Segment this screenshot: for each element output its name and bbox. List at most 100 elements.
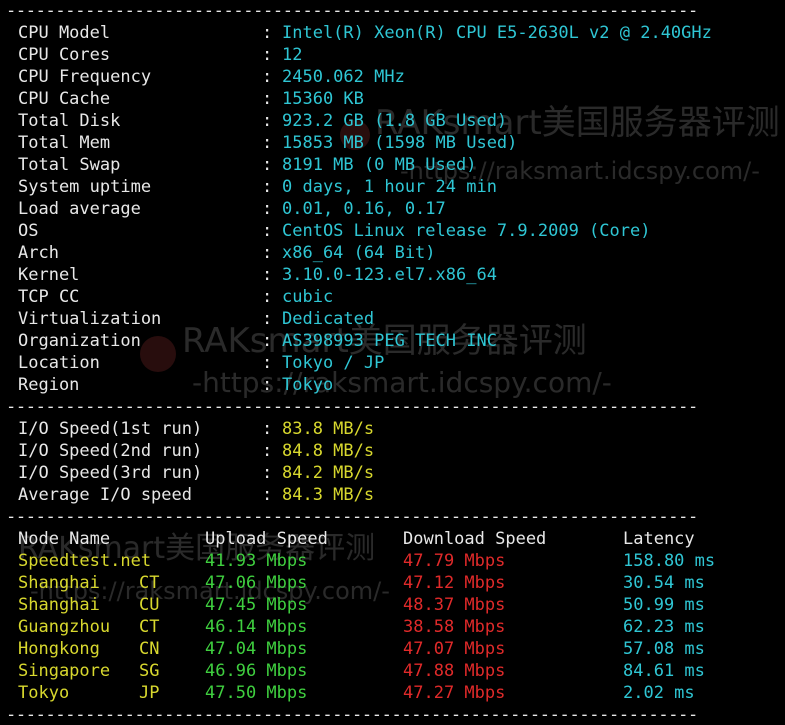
info-label: TCP CC <box>18 287 80 307</box>
info-row: Kernel:3.10.0-123.el7.x86_64 <box>18 264 778 286</box>
io-value: 84.2 MB/s <box>282 463 375 483</box>
info-colon: : <box>262 309 273 329</box>
info-row: Virtualization: Dedicated <box>18 308 778 330</box>
download-speed: 47.07 Mbps <box>403 639 506 659</box>
info-row: Total Mem:15853 MB (1598 MB Used) <box>18 132 778 154</box>
info-label: Organization <box>18 331 141 351</box>
info-colon: : <box>262 199 273 219</box>
node-isp: SG <box>139 661 160 681</box>
info-row: Total Swap:8191 MB (0 MB Used) <box>18 154 778 176</box>
latency: 30.54 ms <box>623 573 705 593</box>
header-latency: Latency <box>623 529 695 549</box>
info-colon: : <box>262 177 273 197</box>
io-value: 83.8 MB/s <box>282 419 375 439</box>
info-value: AS398993 PEG TECH INC <box>282 331 497 351</box>
io-value: 84.3 MB/s <box>282 485 375 505</box>
header-download-speed: Download Speed <box>403 529 547 549</box>
info-row: OS: CentOS Linux release 7.9.2009 (Core) <box>18 220 778 242</box>
download-speed: 48.37 Mbps <box>403 595 506 615</box>
info-colon: : <box>262 155 273 175</box>
info-value: 12 <box>282 45 303 65</box>
latency: 62.23 ms <box>623 617 705 637</box>
info-label: CPU Cores <box>18 45 111 65</box>
io-colon: : <box>262 463 273 483</box>
info-value: Tokyo / JP <box>282 353 385 373</box>
info-row: CPU Cores:12 <box>18 44 778 66</box>
info-colon: : <box>262 353 273 373</box>
info-label: Kernel <box>18 265 80 285</box>
header-node-name: Node Name <box>18 529 111 549</box>
info-label: System uptime <box>18 177 152 197</box>
header-upload-speed: Upload Speed <box>205 529 328 549</box>
latency: 2.02 ms <box>623 683 695 703</box>
info-row: Region: Tokyo <box>18 374 778 396</box>
info-row: CPU Frequency:2450.062 MHz <box>18 66 778 88</box>
node-name: Singapore <box>18 661 111 681</box>
upload-speed: 41.93 Mbps <box>205 551 308 571</box>
info-label: Location <box>18 353 100 373</box>
info-value: 0 days, 1 hour 24 min <box>282 177 497 197</box>
info-row: Location: Tokyo / JP <box>18 352 778 374</box>
info-value: 15360 KB <box>282 89 364 109</box>
node-isp: CT <box>139 573 160 593</box>
info-colon: : <box>262 111 273 131</box>
io-label: Average I/O speed <box>18 485 192 505</box>
info-colon: : <box>262 45 273 65</box>
info-colon: : <box>262 287 273 307</box>
node-name: Shanghai <box>18 573 100 593</box>
info-row: Organization: AS398993 PEG TECH INC <box>18 330 778 352</box>
info-label: CPU Frequency <box>18 67 152 87</box>
info-colon: : <box>262 265 273 285</box>
table-row: Shanghai CT 47.06 Mbps 47.12 Mbps 30.54 ms <box>18 572 778 594</box>
info-value: Intel(R) Xeon(R) CPU E5-2630L v2 @ 2.40G… <box>282 23 712 43</box>
info-colon: : <box>262 89 273 109</box>
io-colon: : <box>262 441 273 461</box>
info-value: 2450.062 MHz <box>282 67 405 87</box>
download-speed: 47.88 Mbps <box>403 661 506 681</box>
table-row: Singapore SG 46.96 Mbps 47.88 Mbps 84.61 ms <box>18 660 778 682</box>
node-isp: CN <box>139 639 160 659</box>
terminal-window[interactable]: RAKsmart美国服务器评测 -https://raksmart.idcspy… <box>0 0 785 725</box>
info-label: Arch <box>18 243 59 263</box>
node-name: Tokyo <box>18 683 70 703</box>
info-label: CPU Model <box>18 23 111 43</box>
separator-line: ----------------------------------------… <box>6 507 698 527</box>
table-row: Guangzhou CT 46.14 Mbps 38.58 Mbps 62.23 ms <box>18 616 778 638</box>
info-value: 8191 MB (0 MB Used) <box>282 155 477 175</box>
info-row: TCP CC: cubic <box>18 286 778 308</box>
info-row: System uptime:0 days, 1 hour 24 min <box>18 176 778 198</box>
info-colon: : <box>262 67 273 87</box>
node-name: Speedtest.net <box>18 551 152 571</box>
latency: 50.99 ms <box>623 595 705 615</box>
io-row: I/O Speed(2nd run):84.8 MB/s <box>18 440 778 462</box>
info-label: Total Mem <box>18 133 111 153</box>
info-label: Region <box>18 375 80 395</box>
node-isp: CT <box>139 617 160 637</box>
latency: 57.08 ms <box>623 639 705 659</box>
info-label: Load average <box>18 199 141 219</box>
node-isp: JP <box>139 683 160 703</box>
info-colon: : <box>262 331 273 351</box>
info-label: Total Swap <box>18 155 121 175</box>
download-speed: 47.79 Mbps <box>403 551 506 571</box>
io-label: I/O Speed(2nd run) <box>18 441 203 461</box>
latency: 158.80 ms <box>623 551 716 571</box>
latency: 84.61 ms <box>623 661 705 681</box>
table-row: Speedtest.net 41.93 Mbps 47.79 Mbps 158.80 … <box>18 550 778 572</box>
upload-speed: 47.45 Mbps <box>205 595 308 615</box>
info-row: Arch: x86_64 (64 Bit) <box>18 242 778 264</box>
info-label: Total Disk <box>18 111 121 131</box>
node-name: Guangzhou <box>18 617 111 637</box>
download-speed: 47.12 Mbps <box>403 573 506 593</box>
separator-line: ----------------------------------------… <box>6 1 698 21</box>
info-colon: : <box>262 375 273 395</box>
info-label: Virtualization <box>18 309 162 329</box>
info-label: CPU Cache <box>18 89 111 109</box>
upload-speed: 47.04 Mbps <box>205 639 308 659</box>
node-isp: CU <box>139 595 160 615</box>
table-row: Hongkong CN 47.04 Mbps 47.07 Mbps 57.08 ms <box>18 638 778 660</box>
download-speed: 47.27 Mbps <box>403 683 506 703</box>
upload-speed: 47.06 Mbps <box>205 573 308 593</box>
speed-table-header: Node Name Upload Speed Download Speed La… <box>18 528 778 550</box>
info-row: CPU Model: Intel(R) Xeon(R) CPU E5-2630L … <box>18 22 778 44</box>
